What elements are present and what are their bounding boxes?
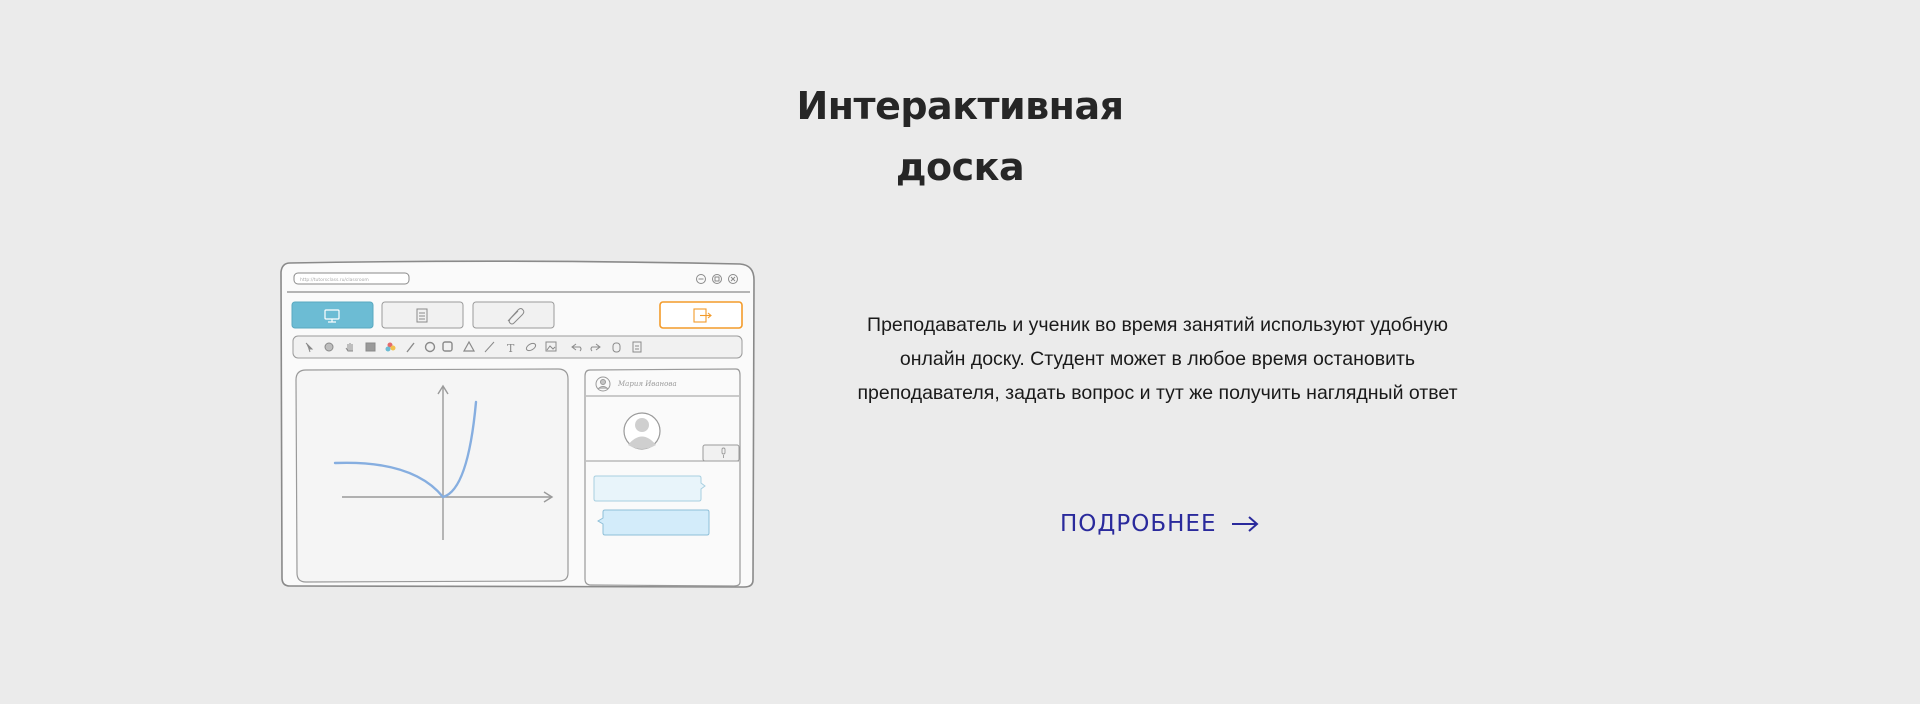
section-title-line-2: доска (895, 145, 1025, 189)
section-title: Интерактивная доска (660, 76, 1260, 198)
board-tab (291, 301, 374, 329)
user-avatar-icon (623, 412, 661, 450)
chat-bubble-outgoing (597, 509, 710, 536)
section-title-line-1: Интерактивная (796, 84, 1124, 128)
more-link-label: ПОДРОБНЕЕ (1060, 511, 1217, 537)
more-link[interactable]: ПОДРОБНЕЕ (1060, 504, 1260, 544)
text-tool-icon: T (507, 342, 515, 355)
drawing-canvas (295, 368, 569, 583)
arrow-right-icon (1232, 516, 1260, 532)
whiteboard-illustration: http://tutorsclass.ru/classroom T Мария … (280, 260, 755, 588)
section-description: Преподаватель и ученик во время занятий … (857, 314, 1458, 404)
chat-user-name: Мария Иванова (617, 380, 677, 388)
document-tab (381, 301, 464, 329)
zoom-icon (324, 342, 334, 352)
page: Интерактивная доска http://tutorsclass.r… (0, 0, 1920, 704)
fill-icon (365, 342, 376, 352)
url-text: http://tutorsclass.ru/classroom (300, 277, 369, 283)
drawing-toolbar (292, 335, 743, 359)
mic-button (702, 444, 740, 462)
chat-bubble-incoming (593, 475, 706, 502)
